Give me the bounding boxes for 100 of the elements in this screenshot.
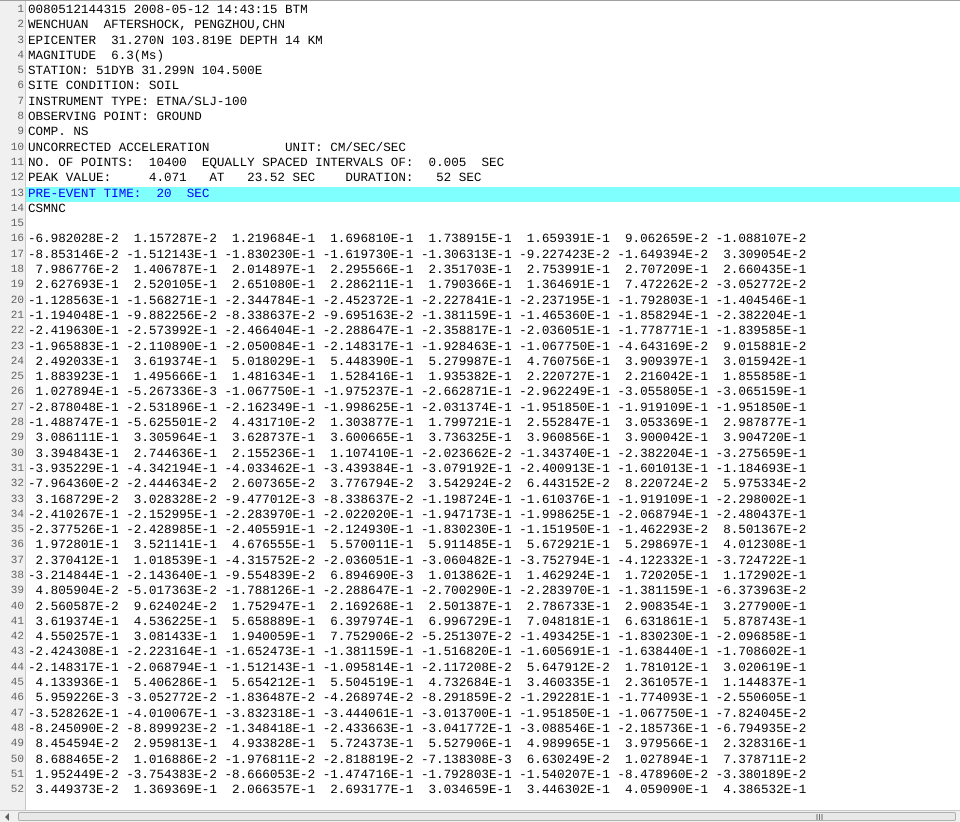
data-value: 8.688465E-2 — [34, 752, 119, 768]
data-value: 2.169268E-1 — [329, 600, 414, 615]
data-value: -8.853146E-2 — [28, 248, 119, 264]
data-value: 6.443152E-2 — [526, 477, 610, 492]
line-number: 17 — [10, 248, 24, 261]
data-value: -1.067750E-1 — [617, 706, 708, 722]
line-number: 21 — [10, 310, 24, 322]
data-value: -3.832318E-1 — [224, 706, 316, 722]
data-value: 5.647912E-2 — [526, 660, 610, 676]
line-number: 6 — [17, 80, 24, 92]
data-value: -1.067750E-1 — [519, 340, 610, 355]
data-value: -1.919109E-1 — [617, 400, 708, 416]
data-value: 3.736325E-1 — [427, 431, 512, 447]
data-value: 5.672921E-1 — [526, 538, 610, 554]
data-value: 5.658889E-1 — [231, 614, 316, 630]
data-value: -3.088546E-1 — [519, 722, 610, 738]
data-value: 5.878743E-1 — [722, 614, 806, 630]
data-value: 3.909397E-1 — [624, 354, 708, 370]
data-value: 9.062659E-2 — [624, 232, 708, 248]
data-value: -2.531896E-1 — [126, 400, 217, 416]
data-value: 2.328316E-1 — [722, 737, 806, 753]
line-number: 45 — [10, 677, 24, 690]
data-value: -9.882256E-2 — [126, 308, 217, 324]
data-value: 3.394843E-1 — [34, 446, 119, 462]
data-value: 2.501387E-1 — [427, 600, 512, 615]
data-value: -5.251307E-2 — [420, 630, 512, 646]
data-value: 2.014897E-1 — [231, 263, 316, 278]
data-value: 2.492033E-1 — [34, 354, 119, 370]
data-value: -4.268974E-2 — [322, 691, 414, 707]
line-number: 34 — [10, 508, 24, 521]
data-value: 6.630249E-2 — [526, 752, 610, 768]
line-number: 25 — [10, 371, 24, 384]
data-value: -2.050084E-1 — [224, 340, 316, 355]
line-number: 39 — [10, 585, 24, 598]
data-value: -3.055805E-1 — [617, 385, 708, 401]
data-value: 4.805904E-2 — [34, 584, 119, 600]
data-value: 1.027894E-1 — [624, 752, 708, 768]
data-value: -3.214844E-1 — [28, 568, 119, 584]
data-value: 5.018029E-1 — [231, 354, 316, 370]
data-value: 1.144837E-1 — [722, 676, 806, 692]
data-value: 1.495666E-1 — [132, 370, 217, 386]
data-value: 1.157287E-2 — [132, 232, 217, 248]
data-value: -3.041772E-1 — [420, 722, 512, 738]
line-number: 35 — [10, 524, 24, 536]
data-value: -1.649394E-2 — [617, 248, 708, 264]
data-value: 2.693177E-1 — [329, 783, 414, 798]
data-value: -1.292281E-1 — [519, 691, 610, 707]
text-line: UNCORRECTED ACCELERATION UNIT: CM/SEC/SEC — [28, 140, 406, 156]
line-number: 28 — [10, 417, 24, 430]
line-number: 13 — [10, 188, 24, 200]
line-number: 40 — [10, 600, 24, 613]
scroll-left-icon[interactable] — [4, 812, 10, 820]
data-value: 2.560587E-2 — [34, 600, 119, 615]
data-value: 1.659391E-1 — [526, 232, 610, 248]
data-value: 3.904720E-1 — [722, 431, 806, 447]
data-value: 7.378711E-2 — [722, 752, 806, 768]
data-value: -1.652473E-1 — [224, 645, 316, 661]
data-value: 1.940059E-1 — [231, 630, 316, 646]
data-value: 5.724373E-1 — [329, 737, 414, 753]
data-value: 1.738915E-1 — [427, 232, 512, 248]
data-value: -1.638440E-1 — [617, 645, 708, 661]
data-value: -1.774093E-1 — [617, 691, 708, 707]
data-value: 9.015881E-2 — [722, 340, 806, 355]
data-value: -5.625501E-2 — [126, 416, 217, 432]
data-value: 2.908354E-1 — [624, 600, 708, 615]
data-value: 5.911485E-1 — [427, 538, 512, 554]
scrollbar-thumb[interactable] — [18, 812, 956, 821]
data-value: 8.220724E-2 — [624, 477, 708, 492]
data-value: -2.148317E-1 — [28, 660, 119, 676]
data-value: 3.776794E-2 — [329, 477, 414, 492]
data-value: -2.382204E-1 — [617, 446, 708, 462]
data-value: 1.952449E-2 — [34, 768, 119, 784]
text-line: STATION: 51DYB 31.299N 104.500E — [28, 64, 262, 80]
data-value: -1.462293E-2 — [617, 523, 708, 538]
data-value: -4.315752E-2 — [224, 554, 316, 569]
data-value: -1.928463E-1 — [420, 340, 512, 355]
data-value: -9.477012E-3 — [224, 492, 316, 508]
data-value: -2.152995E-1 — [126, 508, 217, 524]
data-value: 1.018539E-1 — [132, 554, 217, 569]
line-number: 14 — [10, 202, 24, 215]
data-value: 1.406787E-1 — [132, 263, 217, 278]
data-value: 3.542924E-2 — [427, 477, 512, 492]
data-value: 7.752906E-2 — [329, 630, 414, 646]
line-number: 15 — [10, 218, 24, 230]
data-value: -1.601013E-1 — [617, 462, 708, 478]
horizontal-scrollbar[interactable] — [0, 810, 960, 822]
data-value: 3.028328E-2 — [132, 492, 217, 508]
data-value: -3.444061E-1 — [322, 706, 414, 722]
line-number: 12 — [10, 172, 24, 184]
data-value: 3.020619E-1 — [722, 660, 806, 676]
data-value: 1.481634E-1 — [231, 370, 316, 386]
line-number: 33 — [10, 494, 24, 506]
line-number: 18 — [10, 264, 24, 276]
line-number: 46 — [10, 692, 24, 704]
line-number: 30 — [10, 448, 24, 460]
data-value: 1.696810E-1 — [329, 232, 414, 248]
data-value: 3.900042E-1 — [624, 431, 708, 447]
data-value: 7.986776E-2 — [34, 263, 119, 278]
data-value: 1.528416E-1 — [329, 370, 414, 386]
data-value: 2.959813E-1 — [132, 737, 217, 753]
